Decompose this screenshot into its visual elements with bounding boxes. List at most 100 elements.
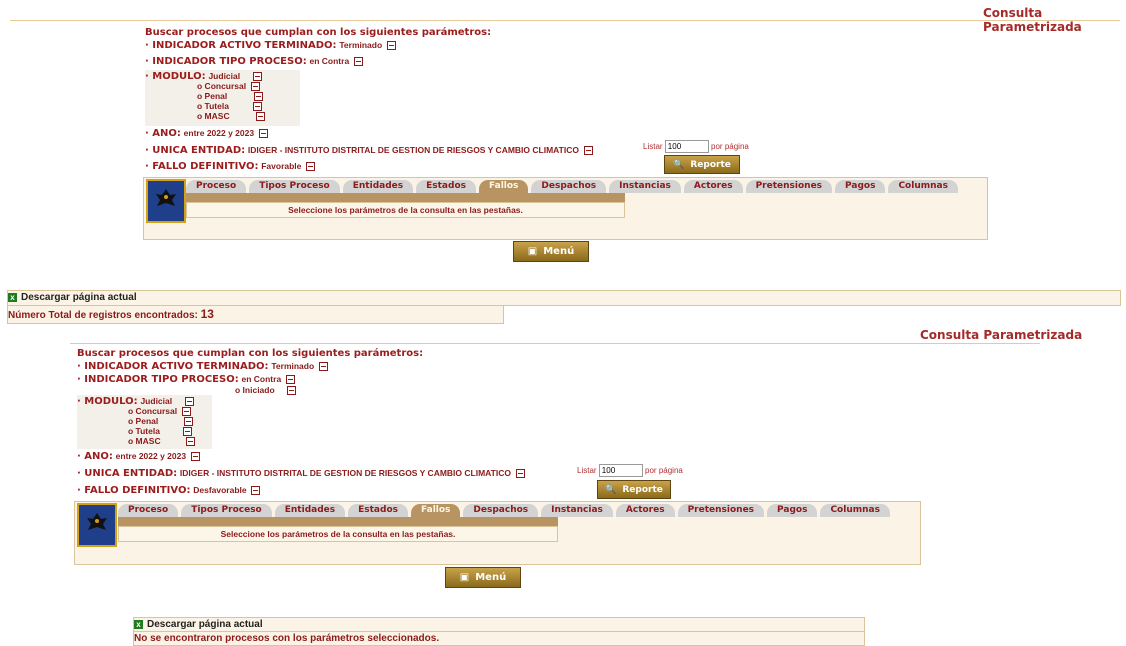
- bogota-crest-icon: [146, 179, 186, 223]
- param-ano: · ANO: entre 2022 y 2023: [77, 451, 200, 462]
- reporte-label: Reporte: [622, 484, 663, 495]
- reporte-button[interactable]: 🔍 Reporte: [597, 480, 671, 499]
- download-link[interactable]: Descargar página actual: [21, 292, 137, 303]
- collapse-icon[interactable]: [255, 112, 265, 122]
- no-results-message: No se encontraron procesos con los parám…: [133, 631, 865, 646]
- tab-message: Seleccione los parámetros de la consulta…: [186, 202, 625, 218]
- tab-entidades[interactable]: Entidades: [342, 180, 414, 193]
- excel-icon[interactable]: x: [134, 619, 143, 629]
- collapse-icon[interactable]: [183, 417, 193, 427]
- collapse-icon[interactable]: [306, 161, 316, 171]
- param-label: UNICA ENTIDAD:: [152, 145, 246, 156]
- collapse-icon[interactable]: [318, 361, 328, 371]
- collapse-icon[interactable]: [287, 386, 297, 396]
- collapse-icon[interactable]: [184, 396, 194, 406]
- tab-columnas[interactable]: Columnas: [888, 180, 958, 193]
- param-label: INDICADOR TIPO PROCESO:: [84, 374, 239, 385]
- por-pagina-label: por página: [645, 466, 683, 475]
- download-link[interactable]: Descargar página actual: [147, 619, 263, 630]
- tab-pretensiones[interactable]: Pretensiones: [677, 504, 765, 517]
- tab-fallos[interactable]: Fallos: [411, 504, 461, 517]
- reporte-button[interactable]: 🔍 Reporte: [664, 155, 740, 174]
- total-value: 13: [200, 307, 214, 321]
- page-size-input[interactable]: [664, 140, 709, 153]
- tab-estados[interactable]: Estados: [416, 180, 476, 193]
- tab-instancias[interactable]: Instancias: [609, 180, 681, 193]
- param-label: FALLO DEFINITIVO:: [84, 485, 191, 496]
- download-bar: x Descargar página actual: [133, 617, 865, 632]
- modulo-option: o Tutela: [197, 101, 263, 112]
- reporte-label: Reporte: [690, 159, 731, 170]
- menu-label: Menú: [475, 572, 507, 583]
- param-indicador-activo: · INDICADOR ACTIVO TERMINADO: Terminado: [77, 361, 328, 372]
- param-entidad: · UNICA ENTIDAD: IDIGER - INSTITUTO DIST…: [77, 468, 525, 479]
- tab-pagos[interactable]: Pagos: [835, 180, 886, 193]
- binoculars-icon: 🔍: [673, 159, 685, 170]
- page-title-2: Consulta Parametrizada: [920, 328, 1083, 342]
- params-heading: Buscar procesos que cumplan con los sigu…: [145, 27, 492, 38]
- tab-strip: [118, 517, 558, 526]
- tab-proceso[interactable]: Proceso: [186, 180, 247, 193]
- page-size-input[interactable]: [598, 464, 643, 477]
- download-bar: x Descargar página actual: [7, 290, 1121, 306]
- modulo-option: o MASC: [197, 111, 265, 122]
- param-entidad: · UNICA ENTIDAD: IDIGER - INSTITUTO DIST…: [145, 145, 593, 156]
- collapse-icon[interactable]: [258, 128, 268, 138]
- modulo-option: o Penal: [197, 91, 263, 102]
- param-label: INDICADOR ACTIVO TERMINADO:: [84, 361, 269, 372]
- tab-despachos[interactable]: Despachos: [463, 504, 539, 517]
- param-value: Desfavorable: [193, 485, 247, 495]
- menu-button[interactable]: ▣ Menú: [513, 241, 589, 262]
- binoculars-icon: 🔍: [605, 484, 617, 495]
- tab-actores[interactable]: Actores: [615, 504, 675, 517]
- param-value: Terminado: [339, 40, 383, 50]
- bogota-crest-icon: [77, 503, 117, 547]
- title-divider-2: [70, 343, 1040, 344]
- tab-despachos[interactable]: Despachos: [531, 180, 607, 193]
- param-value: Terminado: [271, 361, 315, 371]
- tab-fallos[interactable]: Fallos: [479, 180, 529, 193]
- param-value: Judicial: [208, 71, 241, 81]
- tab-pretensiones[interactable]: Pretensiones: [745, 180, 833, 193]
- tab-tipos-proceso[interactable]: Tipos Proceso: [181, 504, 272, 517]
- collapse-icon[interactable]: [253, 92, 263, 102]
- tab-tipos-proceso[interactable]: Tipos Proceso: [249, 180, 340, 193]
- param-value: en Contra: [241, 374, 282, 384]
- tab-proceso[interactable]: Proceso: [118, 504, 179, 517]
- param-label: FALLO DEFINITIVO:: [152, 161, 259, 172]
- menu-label: Menú: [543, 246, 575, 257]
- tab-instancias[interactable]: Instancias: [541, 504, 613, 517]
- collapse-icon[interactable]: [185, 437, 195, 447]
- tab-bar: Proceso Tipos Proceso Entidades Estados Fall…: [186, 180, 958, 193]
- param-label: INDICADOR TIPO PROCESO:: [152, 56, 307, 67]
- param-label: ANO:: [84, 451, 113, 462]
- collapse-icon[interactable]: [285, 374, 295, 384]
- listar-label: Listar: [577, 466, 597, 475]
- tab-pagos[interactable]: Pagos: [767, 504, 818, 517]
- param-value: Judicial: [140, 396, 173, 406]
- tab-estados[interactable]: Estados: [348, 504, 408, 517]
- param-value: Favorable: [261, 161, 302, 171]
- excel-icon[interactable]: x: [8, 292, 17, 302]
- listar-control: Listar por página: [643, 140, 749, 153]
- collapse-icon[interactable]: [181, 407, 191, 417]
- tab-entidades[interactable]: Entidades: [274, 504, 346, 517]
- collapse-icon[interactable]: [583, 145, 593, 155]
- collapse-icon[interactable]: [251, 485, 261, 495]
- collapse-icon[interactable]: [515, 468, 525, 478]
- collapse-icon[interactable]: [353, 56, 363, 66]
- param-indicador-activo: · INDICADOR ACTIVO TERMINADO: Terminado: [145, 40, 396, 51]
- collapse-icon[interactable]: [250, 82, 260, 92]
- collapse-icon[interactable]: [386, 40, 396, 50]
- param-value: IDIGER - INSTITUTO DISTRITAL DE GESTION …: [247, 145, 579, 155]
- param-label: INDICADOR ACTIVO TERMINADO:: [152, 40, 337, 51]
- tab-columnas[interactable]: Columnas: [820, 504, 890, 517]
- param-label: ANO:: [152, 128, 181, 139]
- collapse-icon[interactable]: [183, 427, 193, 437]
- tab-actores[interactable]: Actores: [683, 180, 743, 193]
- collapse-icon[interactable]: [190, 451, 200, 461]
- collapse-icon[interactable]: [252, 71, 262, 81]
- listar-control: Listar por página: [577, 464, 683, 477]
- menu-button[interactable]: ▣ Menú: [445, 567, 521, 588]
- collapse-icon[interactable]: [253, 102, 263, 112]
